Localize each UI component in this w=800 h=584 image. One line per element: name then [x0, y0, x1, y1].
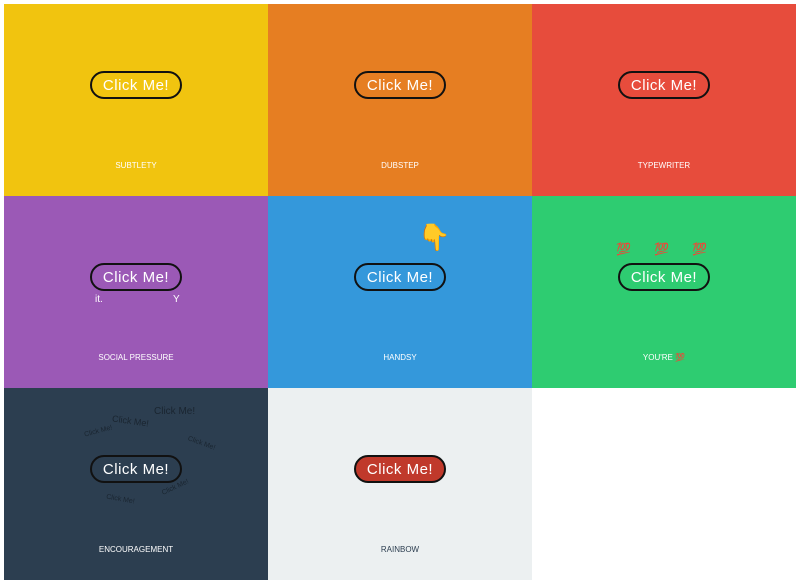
ghost-click-me: Click Me!: [105, 493, 136, 506]
cell-handsy: Click Me! 👇 HANDSY: [268, 196, 532, 388]
click-me-button[interactable]: Click Me!: [354, 71, 446, 99]
cell-social-pressure: Click Me! it. Y SOCIAL PRESSURE: [4, 196, 268, 388]
ghost-click-me: Click Me!: [111, 413, 150, 429]
cell-label: DUBSTEP: [381, 161, 419, 170]
cell-label: HANDSY: [383, 353, 417, 362]
cell-rainbow: Click Me! RAINBOW: [268, 388, 532, 580]
click-me-button[interactable]: Click Me!: [618, 71, 710, 99]
click-me-button[interactable]: Click Me!: [90, 263, 182, 291]
cell-youre: Click Me! 💯 💯 💯 YOU'RE 💯: [532, 196, 796, 388]
cell-label: SOCIAL PRESSURE: [98, 353, 174, 362]
click-me-button[interactable]: Click Me!: [90, 71, 182, 99]
cell-subtlety: Click Me! SUBTLETY: [4, 4, 268, 196]
click-me-button[interactable]: Click Me!: [90, 455, 182, 483]
pressure-text-left: it.: [95, 294, 103, 305]
cell-dubstep: Click Me! DUBSTEP: [268, 4, 532, 196]
cell-typewriter: Click Me! TYPEWRITER: [532, 4, 796, 196]
cell-label: SUBTLETY: [115, 161, 157, 170]
hundred-icon: 💯: [616, 242, 631, 256]
hundred-icon: 💯: [692, 242, 707, 256]
pointing-hand-icon: 👇: [418, 222, 451, 252]
cell-encouragement: Click Me! Click Me! Click Me! Click Me! …: [4, 388, 268, 580]
pressure-text-right: Y: [173, 294, 180, 305]
cell-label: YOU'RE 💯: [532, 353, 796, 362]
hundred-icon: 💯: [654, 242, 669, 256]
click-me-button[interactable]: Click Me!: [354, 263, 446, 291]
hundred-icon: 💯: [675, 353, 686, 362]
label-text: YOU'RE: [642, 353, 673, 362]
ghost-click-me: Click Me!: [186, 435, 217, 452]
demo-grid: Click Me! SUBTLETY Click Me! DUBSTEP Cli…: [4, 4, 796, 580]
click-me-button[interactable]: Click Me!: [618, 263, 710, 291]
cell-label: RAINBOW: [380, 545, 420, 554]
cell-label: ENCOURAGEMENT: [98, 545, 174, 554]
ghost-click-me: Click Me!: [154, 406, 196, 417]
click-me-button[interactable]: Click Me!: [354, 455, 446, 483]
ghost-click-me: Click Me!: [83, 424, 114, 439]
cell-label: TYPEWRITER: [637, 161, 691, 170]
